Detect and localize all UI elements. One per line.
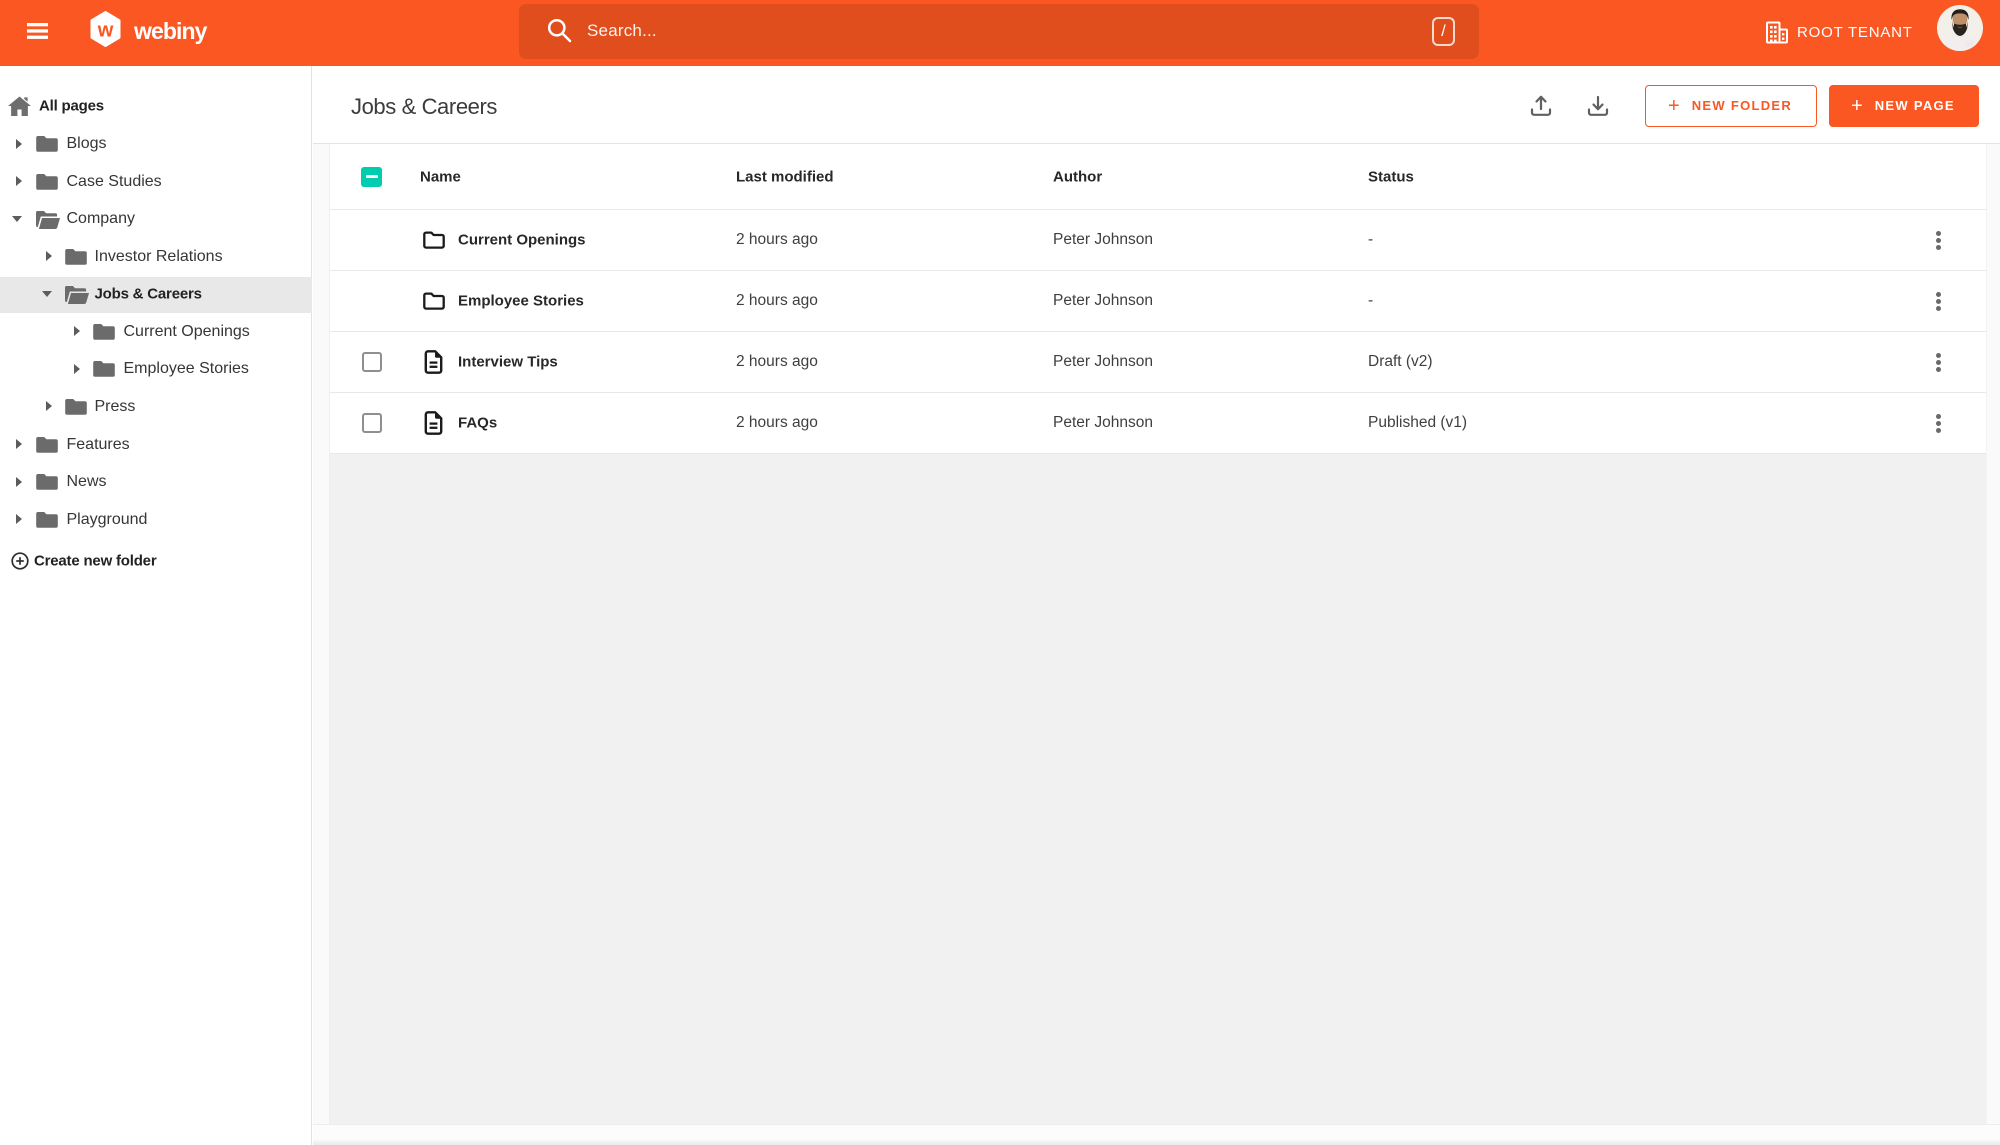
svg-text:w: w bbox=[97, 20, 114, 42]
